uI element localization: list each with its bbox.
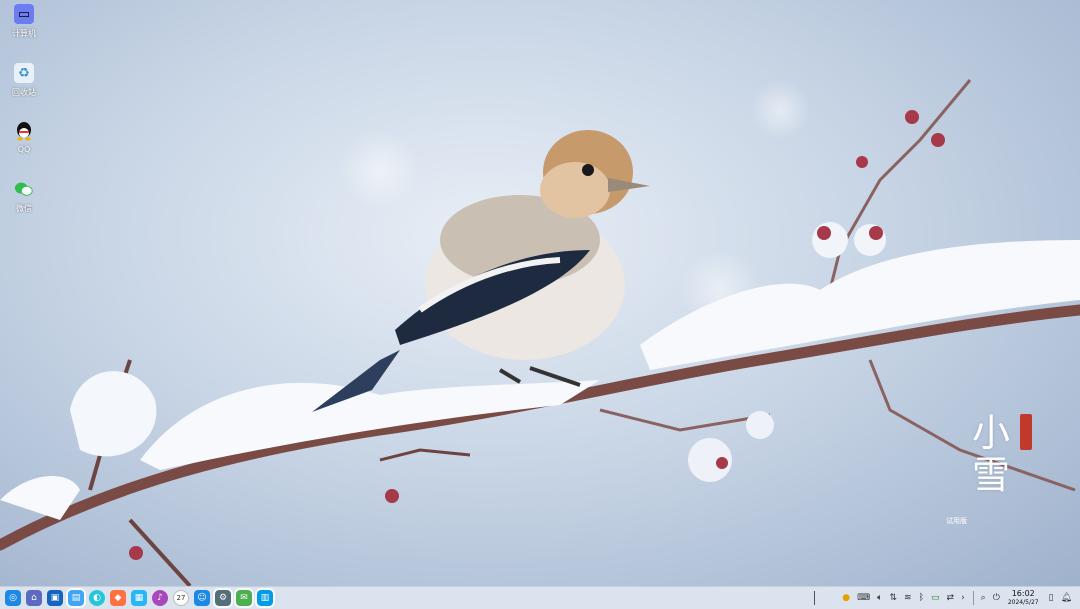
desktop-icon-label: 微信 — [16, 204, 32, 213]
settings-icon[interactable]: ⚙ — [213, 588, 233, 608]
computer-icon: ▭ — [14, 4, 34, 24]
tray-divider-2 — [972, 591, 974, 605]
tray-divider — [814, 591, 816, 605]
desktop-icon-qq[interactable]: QQ — [4, 121, 44, 154]
notification-bell-icon[interactable]: 🔔︎ — [1061, 593, 1072, 603]
desktop-mode-icon[interactable]: ▯ — [1049, 593, 1054, 603]
taskbar: ◎ ⌂ ▣ ▤ ◐ ◆ ▦ ♪ 27 ☺ ⚙ ✉ ▥ ● ⌨ 🔈︎ ⇅ ≋ ᛒ … — [0, 586, 1080, 609]
wechat-taskbar-icon[interactable]: ✉ — [234, 588, 254, 608]
desktop-icon-label: 计算机 — [12, 29, 36, 38]
qq-icon — [14, 121, 34, 141]
battery-icon[interactable]: ▭ — [931, 593, 940, 603]
desktop-icon-wechat[interactable]: 微信 — [4, 179, 44, 214]
wallpaper-art — [0, 79, 1080, 586]
solar-term-widget: 小雪 试用版 — [946, 411, 1032, 525]
wechat-icon — [14, 179, 34, 199]
keyboard-icon[interactable]: ⌨ — [857, 593, 870, 603]
launcher-icon[interactable]: ◎ — [5, 590, 21, 606]
power-icon[interactable]: ⏻ — [993, 593, 1000, 603]
file-manager-icon[interactable]: ▤ — [66, 588, 86, 608]
chevron-right-icon[interactable]: › — [961, 593, 965, 603]
calendar-icon[interactable]: 27 — [173, 590, 189, 606]
clock-time: 16:02 — [1011, 589, 1035, 598]
clock[interactable]: 16:02 2024/5/27 — [1008, 589, 1039, 607]
notification-app-icon[interactable]: ● — [842, 593, 850, 603]
browser-icon[interactable]: ◐ — [89, 590, 105, 606]
image-viewer-icon[interactable]: ▦ — [131, 590, 147, 606]
app-store-icon[interactable]: ◆ — [110, 590, 126, 606]
clock-date: 2024/5/27 — [1007, 599, 1039, 606]
seal-stamp — [1020, 414, 1032, 450]
bluetooth-icon[interactable]: ᛒ — [919, 593, 924, 603]
system-tray: ● ⌨ 🔈︎ ⇅ ≋ ᛒ ▭ ⇄ › ⌕ ⏻ 16:02 2024/5/27 ▯… — [814, 587, 1080, 609]
multitask-icon[interactable]: ▣ — [47, 590, 63, 606]
solar-term-title: 小雪 — [971, 411, 1010, 497]
desktop-icon-label: QQ — [17, 145, 31, 154]
recycle-bin-icon: ♻ — [14, 63, 34, 83]
desktop-icon-label: 回收站 — [12, 88, 36, 97]
music-icon[interactable]: ♪ — [152, 590, 168, 606]
desktop-icon-recycle-bin[interactable]: ♻ 回收站 — [4, 63, 44, 98]
home-icon[interactable]: ⌂ — [26, 590, 42, 606]
contacts-icon[interactable]: ☺ — [194, 590, 210, 606]
sync-icon[interactable]: ⇄ — [947, 593, 955, 603]
volume-icon[interactable]: 🔈︎ — [877, 593, 882, 603]
trial-caption: 试用版 — [946, 517, 967, 525]
network-icon[interactable]: ⇅ — [890, 593, 898, 603]
wifi-icon[interactable]: ≋ — [904, 593, 912, 603]
desktop-icon-computer[interactable]: ▭ 计算机 — [4, 4, 44, 39]
desktop-wallpaper — [0, 0, 1080, 586]
gallery-icon[interactable]: ▥ — [255, 588, 275, 608]
search-icon[interactable]: ⌕ — [981, 593, 986, 603]
